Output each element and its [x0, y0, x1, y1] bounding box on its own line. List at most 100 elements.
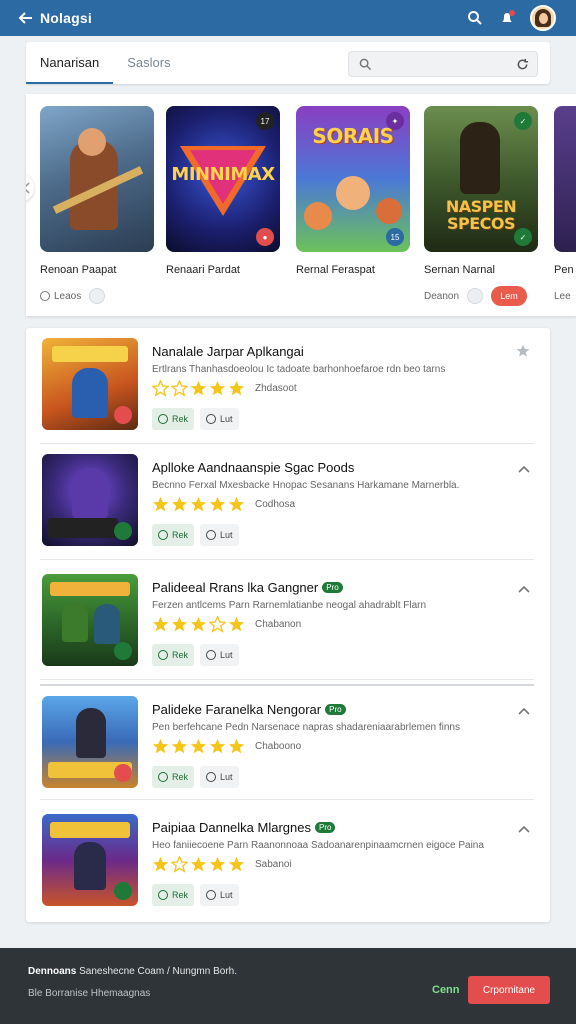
more-button[interactable]: Lut — [200, 766, 239, 788]
star-icon — [228, 496, 245, 512]
refresh-icon[interactable] — [516, 58, 529, 76]
install-button[interactable]: Rek — [152, 524, 195, 546]
rating-count: Chabanon — [255, 619, 302, 630]
app-title[interactable]: Paipiaa Dannelka Mlargnes — [152, 820, 311, 835]
star-icon — [190, 616, 207, 632]
app-icon — [42, 696, 138, 788]
list-item[interactable]: Nanalale Jarpar Aplkangai Ertlrans Thanh… — [40, 328, 534, 444]
star-icon — [228, 616, 245, 632]
pro-badge: Pro — [322, 582, 343, 593]
settings-icon[interactable] — [467, 288, 484, 304]
app-title[interactable]: Nanalale Jarpar Aplkangai — [152, 344, 304, 359]
more-button[interactable]: Lut — [200, 884, 239, 906]
favorite-star-icon[interactable] — [516, 344, 530, 363]
install-label: Rek — [172, 890, 189, 900]
star-icon — [190, 856, 207, 872]
featured-carousel: Renoan Paapat Leaos MINNIMAX 17 ● Renaar… — [26, 94, 576, 316]
list-item[interactable]: Palideeal Rrans lka Gangner Pro Ferzen an… — [40, 564, 534, 680]
chevron-up-icon[interactable] — [518, 460, 530, 478]
card-title: Sernan Narnal — [424, 264, 495, 276]
app-list: Nanalale Jarpar Aplkangai Ertlrans Thanh… — [26, 328, 550, 922]
rating-count: Sabanoi — [255, 859, 292, 870]
more-label: Lut — [220, 772, 233, 782]
star-icon — [152, 380, 169, 397]
carousel-prev-button[interactable] — [26, 174, 34, 202]
star-icon — [209, 856, 226, 872]
tab-inactive[interactable]: Saslors — [113, 42, 184, 84]
app-title[interactable]: Aplloke Aandnaanspie Sgac Poods — [152, 460, 354, 475]
chevron-up-icon[interactable] — [518, 820, 530, 838]
star-icon — [152, 738, 169, 754]
rating-count: Chaboono — [255, 741, 302, 752]
thumb-logo-text: MINNIMAX — [171, 164, 275, 185]
settings-icon[interactable] — [89, 288, 106, 304]
game-thumbnail: SORAIS ✦ 15 — [296, 106, 410, 252]
install-button[interactable]: Rek — [152, 766, 195, 788]
tab-active[interactable]: Nanarisan — [26, 42, 114, 84]
footer-line-1: Dennoans Saneshecne Coam / Nungmn Borh. — [28, 966, 237, 977]
star-icon — [171, 856, 188, 873]
app-icon — [42, 454, 138, 546]
notification-icon[interactable] — [498, 9, 516, 27]
badge-icon: ✦ — [386, 112, 404, 130]
app-icon — [42, 574, 138, 666]
star-icon — [228, 380, 245, 396]
rating-stars: Sabanoi — [152, 856, 292, 873]
chevron-up-icon[interactable] — [518, 702, 530, 720]
game-thumbnail — [554, 106, 576, 252]
rating-count: Zhdasoot — [255, 383, 297, 394]
card-meta: Leaos — [54, 290, 82, 302]
app-title[interactable]: Palideke Faranelka Nengorar — [152, 702, 321, 717]
star-icon — [228, 856, 245, 872]
rating-stars: Codhosa — [152, 496, 295, 513]
list-item[interactable]: Aplloke Aandnaanspie Sgac Poods Becnno F… — [40, 444, 534, 560]
search-input[interactable] — [348, 51, 538, 77]
chevron-up-icon[interactable] — [518, 580, 530, 598]
app-title: Nolagsi — [40, 10, 92, 26]
carousel-card[interactable]: Pen Lee — [554, 106, 576, 306]
tab-bar: Nanarisan Saslors — [26, 42, 550, 84]
avatar[interactable] — [530, 5, 556, 31]
app-bar: Nolagsi — [0, 0, 576, 36]
more-label: Lut — [220, 530, 233, 540]
app-title[interactable]: Palideeal Rrans lka Gangner — [152, 580, 318, 595]
rating-count: Codhosa — [255, 499, 296, 510]
list-item[interactable]: Palideke Faranelka Nengorar Pro Pen berfe… — [40, 684, 534, 800]
footer-line-2: Ble Borranise Hhemaagnas — [28, 988, 151, 999]
footer-accept-button[interactable]: Crpornitane — [468, 976, 550, 1004]
card-meta: Deanon — [424, 290, 460, 302]
card-title: Renaari Pardat — [166, 264, 240, 276]
star-icon — [228, 738, 245, 754]
more-label: Lut — [220, 890, 233, 900]
pro-badge: Pro — [314, 822, 336, 833]
footer-text: Saneshecne Coam / Nungmn Borh. — [79, 966, 237, 977]
footer-link[interactable]: Cenn — [432, 984, 460, 996]
install-label: Rek — [172, 414, 189, 424]
carousel-card[interactable]: Renoan Paapat Leaos — [40, 106, 154, 306]
install-button[interactable]: Rek — [152, 644, 195, 666]
install-button[interactable]: Rek — [152, 884, 195, 906]
card-title: Pen — [554, 264, 574, 276]
search-icon[interactable] — [466, 9, 484, 27]
install-button[interactable]: Rek — [152, 408, 195, 430]
more-button[interactable]: Lut — [200, 408, 239, 430]
cookie-footer: Dennoans Saneshecne Coam / Nungmn Borh. … — [0, 948, 576, 1024]
rating-stars: Chabanon — [152, 616, 301, 633]
more-button[interactable]: Lut — [200, 524, 239, 546]
carousel-card[interactable]: SORAIS ✦ 15 Rernal Feraspat — [296, 106, 410, 276]
carousel-card[interactable]: MINNIMAX 17 ● Renaari Pardat — [166, 106, 280, 276]
star-icon — [209, 616, 226, 633]
carousel-card[interactable]: NASPEN SPECOS ✓ ✓ Sernan Narnal Deanon L… — [424, 106, 538, 306]
more-button[interactable]: Lut — [200, 644, 239, 666]
star-icon — [152, 616, 169, 632]
card-meta: Lee — [554, 290, 571, 302]
app-description: Ertlrans Thanhasdoeolou Ic tadoate barho… — [152, 364, 446, 375]
app-icon — [42, 338, 138, 430]
get-button[interactable]: Lem — [491, 286, 528, 306]
badge-icon: ✓ — [514, 228, 532, 246]
star-icon — [152, 856, 169, 872]
game-thumbnail: MINNIMAX 17 ● — [166, 106, 280, 252]
star-icon — [190, 496, 207, 512]
list-item[interactable]: Paipiaa Dannelka Mlargnes Pro Heo faniiec… — [40, 804, 534, 920]
back-arrow-icon[interactable] — [18, 10, 34, 26]
